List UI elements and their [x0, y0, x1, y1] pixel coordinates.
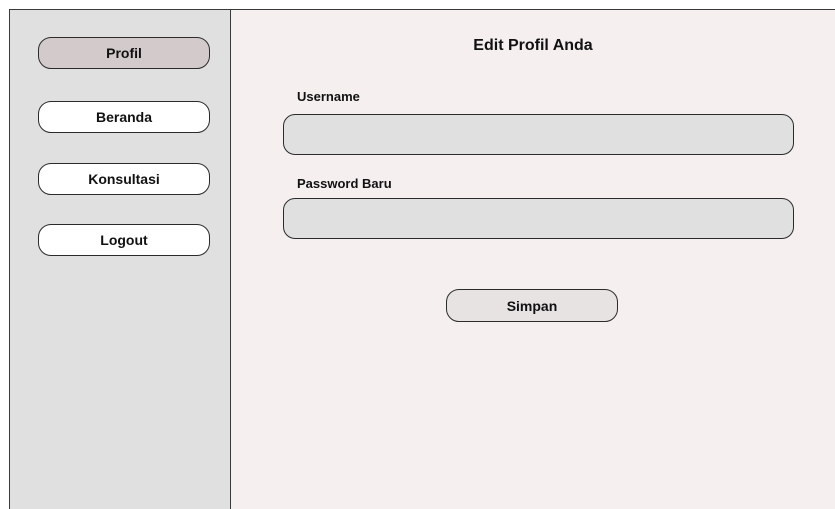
- username-label: Username: [297, 89, 360, 104]
- sidebar-item-logout[interactable]: Logout: [38, 224, 210, 256]
- password-label: Password Baru: [297, 176, 392, 191]
- username-input[interactable]: [283, 114, 794, 155]
- sidebar-item-label: Konsultasi: [88, 171, 160, 187]
- new-password-input[interactable]: [283, 198, 794, 239]
- sidebar-item-label: Beranda: [95, 109, 153, 125]
- sidebar: Profil Beranda Konsultasi Logout: [10, 10, 231, 509]
- main-panel: Edit Profil Anda Username Password Baru …: [231, 10, 835, 509]
- sidebar-item-label: Logout: [100, 232, 148, 248]
- sidebar-item-label: Profil: [106, 45, 142, 61]
- app-frame: Profil Beranda Konsultasi Logout Edit Pr…: [9, 9, 835, 509]
- sidebar-item-beranda[interactable]: Beranda: [38, 101, 210, 133]
- save-button[interactable]: Simpan: [446, 289, 618, 322]
- sidebar-item-konsultasi[interactable]: Konsultasi: [38, 163, 210, 195]
- page-title: Edit Profil Anda: [473, 37, 593, 54]
- sidebar-item-profil[interactable]: Profil: [38, 37, 210, 69]
